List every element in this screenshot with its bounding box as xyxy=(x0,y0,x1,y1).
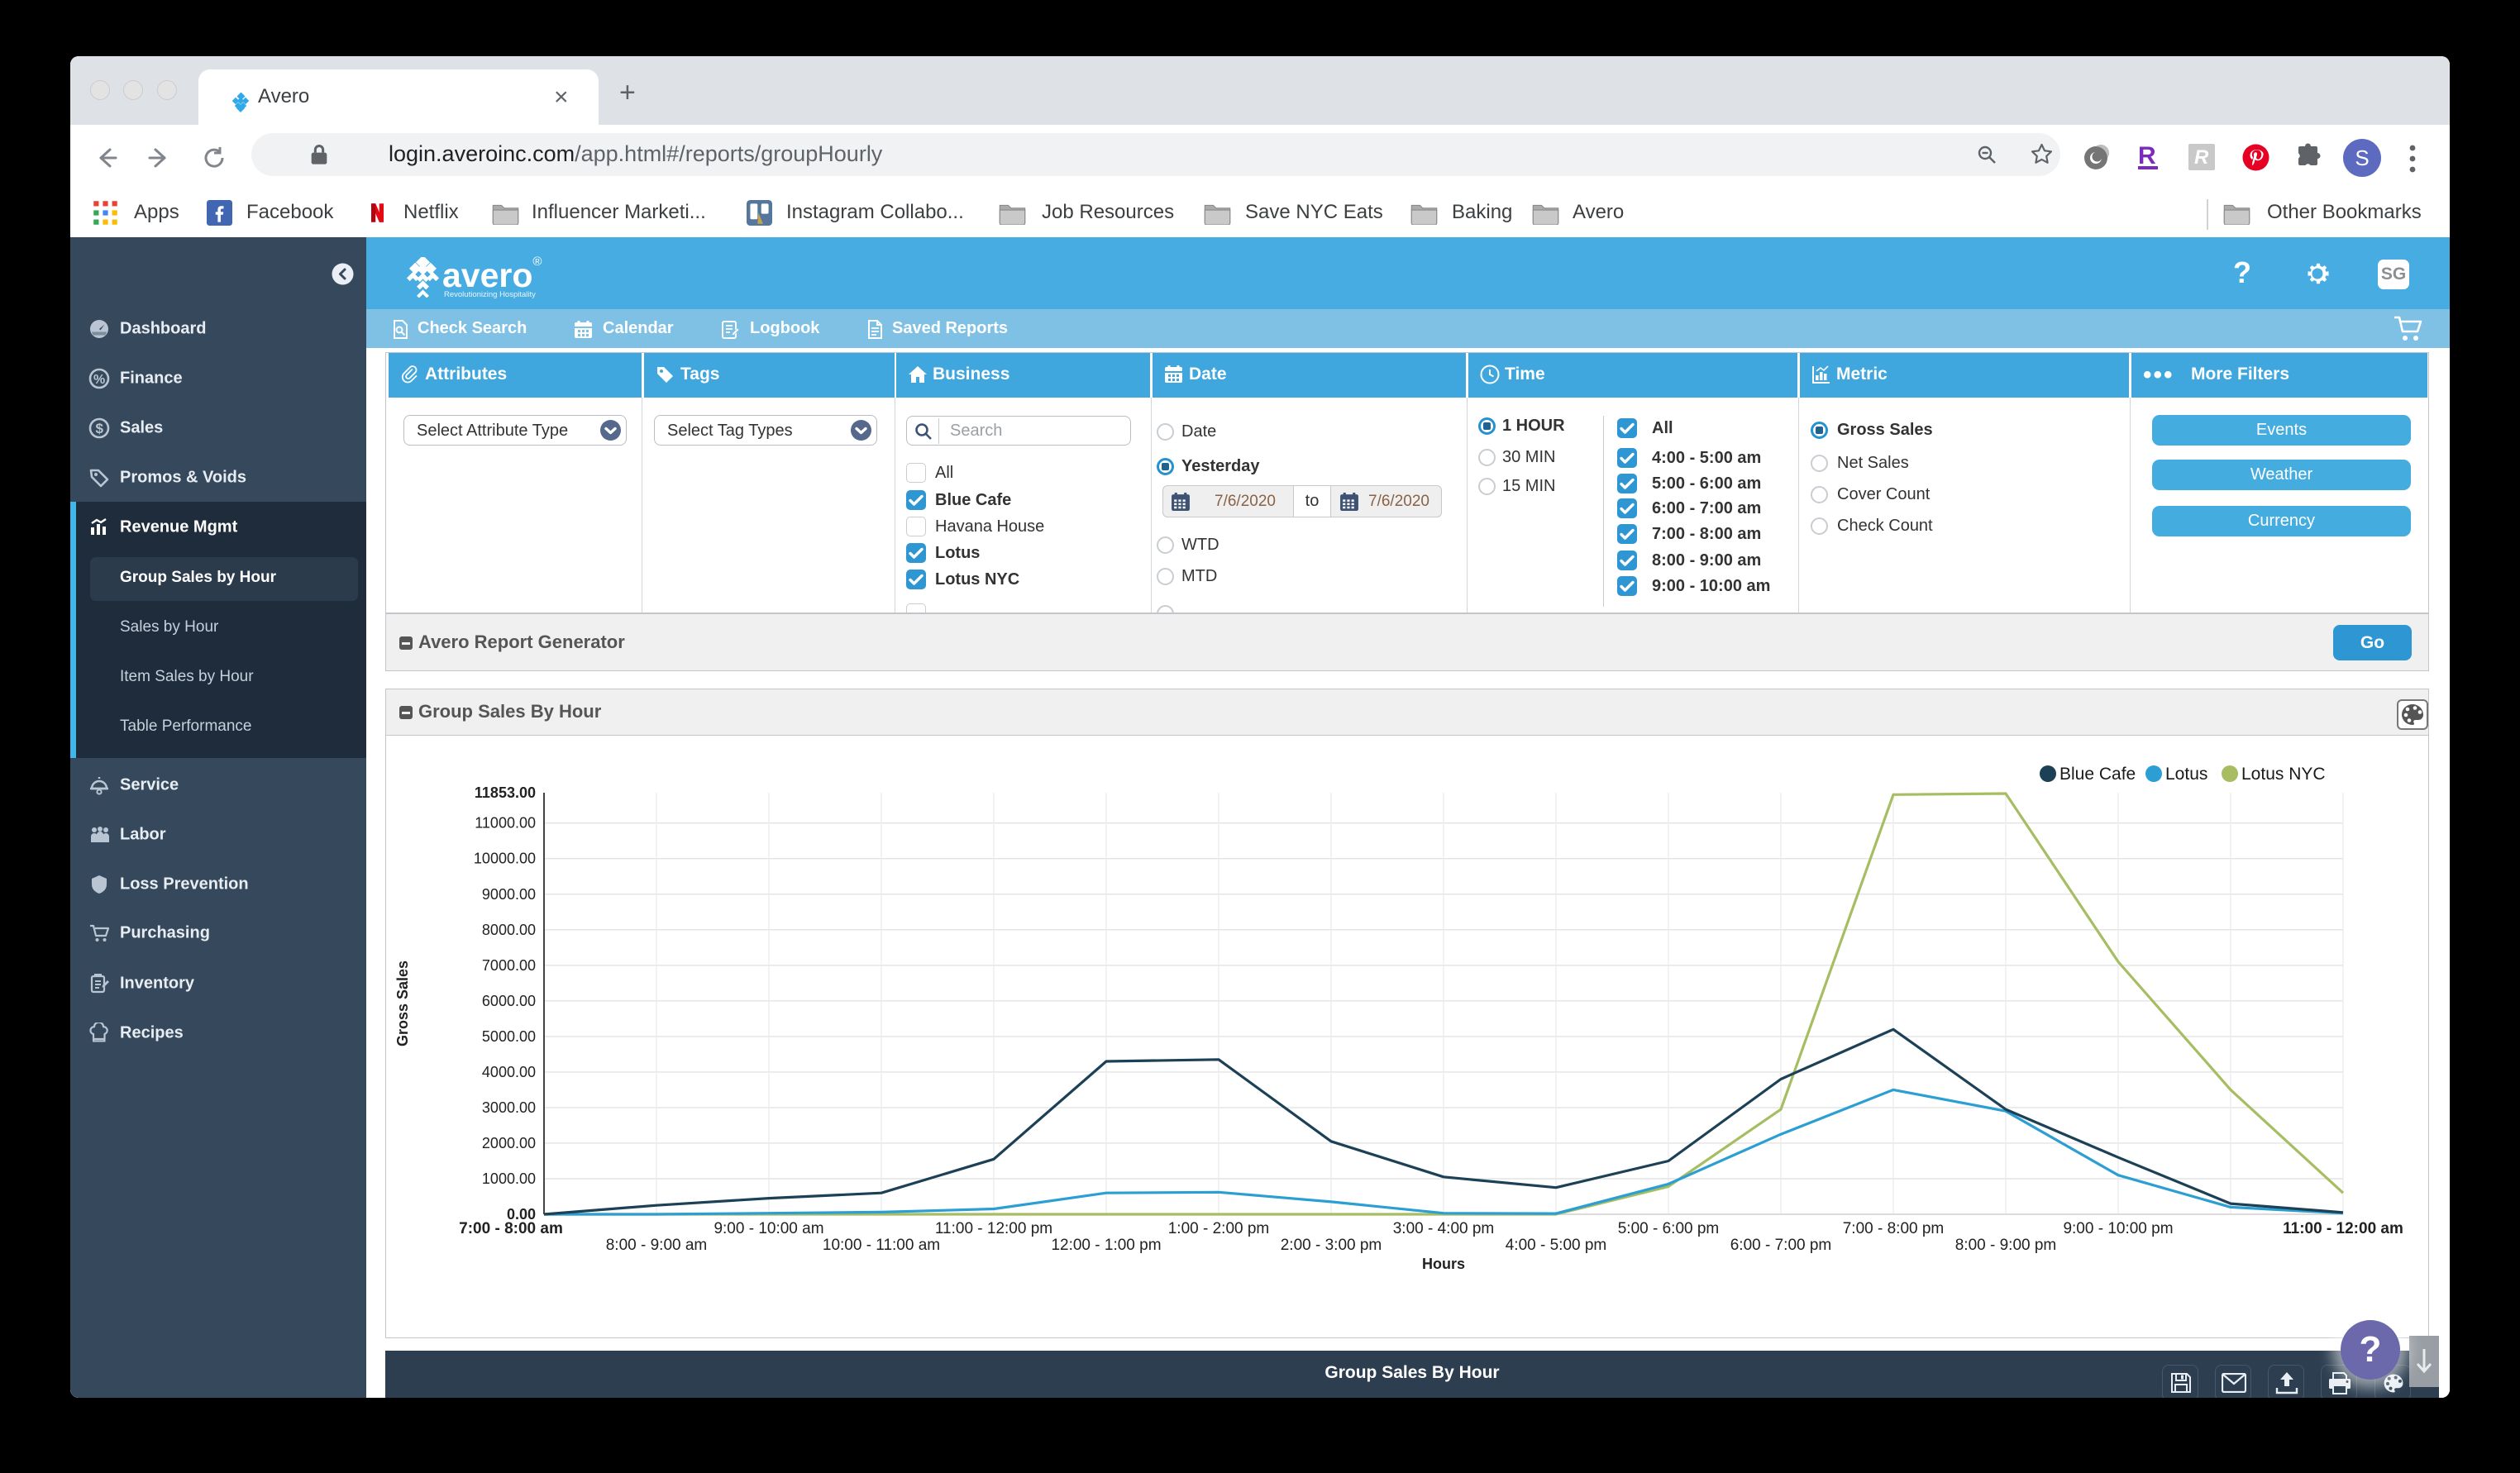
svg-text:10000.00: 10000.00 xyxy=(474,851,536,867)
svg-text:2:00 - 3:00 pm: 2:00 - 3:00 pm xyxy=(1281,1237,1382,1254)
svg-text:Lotus: Lotus xyxy=(2165,765,2207,784)
svg-text:3000.00: 3000.00 xyxy=(482,1099,536,1116)
svg-text:R: R xyxy=(2194,146,2209,169)
svg-text:11000.00: 11000.00 xyxy=(475,815,536,832)
svg-text:9:00 - 10:00 am: 9:00 - 10:00 am xyxy=(714,1220,823,1237)
svg-text:11853.00: 11853.00 xyxy=(475,784,536,801)
svg-text:11:00 - 12:00 pm: 11:00 - 12:00 pm xyxy=(935,1220,1052,1237)
svg-text:10:00 - 11:00 am: 10:00 - 11:00 am xyxy=(823,1237,940,1254)
svg-text:Hours: Hours xyxy=(1422,1256,1465,1272)
svg-text:Blue Cafe: Blue Cafe xyxy=(2059,765,2136,784)
svg-text:8:00 - 9:00 pm: 8:00 - 9:00 pm xyxy=(1955,1237,2057,1254)
svg-text:R: R xyxy=(2138,142,2156,169)
svg-text:7:00 - 8:00 pm: 7:00 - 8:00 pm xyxy=(1843,1220,1945,1237)
svg-text:Lotus NYC: Lotus NYC xyxy=(2241,765,2326,784)
svg-text:6:00 - 7:00 pm: 6:00 - 7:00 pm xyxy=(1730,1237,1832,1254)
svg-text:4000.00: 4000.00 xyxy=(482,1064,536,1080)
svg-text:1000.00: 1000.00 xyxy=(482,1170,536,1187)
svg-text:$: $ xyxy=(96,421,104,436)
svg-text:1:00 - 2:00 pm: 1:00 - 2:00 pm xyxy=(1168,1220,1270,1237)
svg-text:8:00 - 9:00 am: 8:00 - 9:00 am xyxy=(606,1237,708,1254)
svg-text:Gross Sales: Gross Sales xyxy=(394,961,411,1046)
svg-text:9:00 - 10:00 pm: 9:00 - 10:00 pm xyxy=(2063,1220,2173,1237)
svg-text:5000.00: 5000.00 xyxy=(482,1028,536,1045)
svg-text:2000.00: 2000.00 xyxy=(482,1135,536,1151)
svg-text:12:00 - 1:00 pm: 12:00 - 1:00 pm xyxy=(1051,1237,1161,1254)
svg-text:6000.00: 6000.00 xyxy=(482,993,536,1009)
svg-text:3:00 - 4:00 pm: 3:00 - 4:00 pm xyxy=(1393,1220,1495,1237)
svg-text:5:00 - 6:00 pm: 5:00 - 6:00 pm xyxy=(1618,1220,1720,1237)
svg-text:9000.00: 9000.00 xyxy=(482,886,536,903)
svg-text:4:00 - 5:00 pm: 4:00 - 5:00 pm xyxy=(1506,1237,1607,1254)
svg-text:%: % xyxy=(93,373,105,387)
svg-text:7:00 - 8:00 am: 7:00 - 8:00 am xyxy=(459,1220,563,1237)
svg-text:7000.00: 7000.00 xyxy=(482,957,536,974)
svg-text:11:00 - 12:00 am: 11:00 - 12:00 am xyxy=(2283,1220,2403,1237)
svg-text:8000.00: 8000.00 xyxy=(482,922,536,938)
